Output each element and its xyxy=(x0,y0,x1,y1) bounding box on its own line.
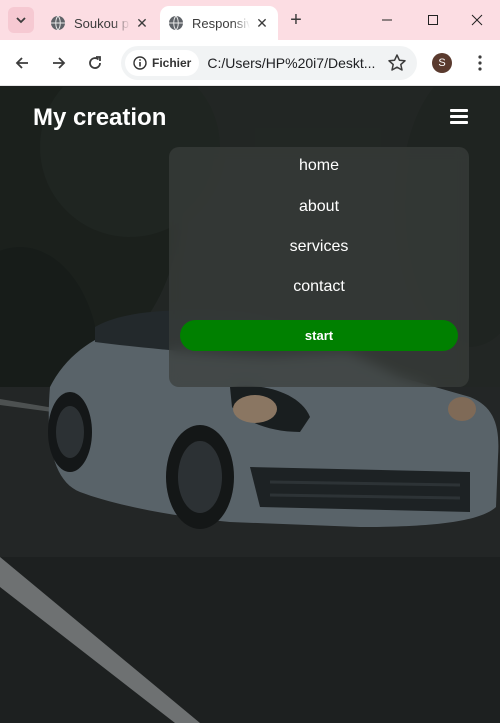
address-bar[interactable]: Fichier C:/Users/HP%20i7/Deskt... xyxy=(121,46,417,80)
more-vertical-icon xyxy=(478,55,482,71)
close-icon[interactable]: ✕ xyxy=(134,15,150,31)
tab-search-button[interactable] xyxy=(8,7,34,33)
tab-responsive[interactable]: Responsiv ✕ xyxy=(160,6,278,40)
minimize-icon xyxy=(382,19,392,21)
menu-link-services[interactable]: services xyxy=(290,238,349,255)
tab-soukou[interactable]: Soukou p ✕ xyxy=(42,6,158,40)
globe-icon xyxy=(51,15,65,31)
arrow-right-icon xyxy=(53,57,66,69)
dropdown-menu: home about services contact start xyxy=(169,147,469,387)
menu-item-about[interactable]: about xyxy=(169,198,469,216)
browser-toolbar: Fichier C:/Users/HP%20i7/Deskt... S xyxy=(0,40,500,86)
reload-icon xyxy=(89,56,101,69)
close-window-button[interactable] xyxy=(454,0,500,40)
browser-menu-button[interactable] xyxy=(468,51,492,75)
menu-item-home[interactable]: home xyxy=(169,157,469,175)
globe-icon xyxy=(169,15,183,31)
profile-avatar[interactable]: S xyxy=(432,53,452,73)
menu-item-services[interactable]: services xyxy=(169,238,469,256)
start-button[interactable]: start xyxy=(180,320,458,351)
tab-title: Responsiv xyxy=(192,15,250,31)
maximize-button[interactable] xyxy=(410,0,456,40)
chevron-down-icon xyxy=(16,17,26,24)
site-logo[interactable]: My creation xyxy=(33,104,166,132)
hamburger-menu-icon[interactable] xyxy=(450,107,470,125)
menu-link-home[interactable]: home xyxy=(299,157,339,174)
menu-link-about[interactable]: about xyxy=(299,198,339,215)
url-text[interactable]: C:/Users/HP%20i7/Deskt... xyxy=(207,55,379,71)
tab-title: Soukou p xyxy=(74,15,129,31)
maximize-icon xyxy=(428,15,438,25)
site-info-chip[interactable]: Fichier xyxy=(125,50,200,76)
new-tab-button[interactable]: + xyxy=(284,8,308,32)
back-button[interactable] xyxy=(8,49,36,77)
tab-strip: Soukou p ✕ Responsiv ✕ + xyxy=(0,0,500,40)
page-viewport: My creation home about services contact … xyxy=(0,87,500,723)
minimize-button[interactable] xyxy=(364,0,410,40)
reload-button[interactable] xyxy=(81,49,109,77)
arrow-left-icon xyxy=(15,57,28,69)
menu-link-contact[interactable]: contact xyxy=(293,278,345,295)
menu-item-contact[interactable]: contact xyxy=(169,278,469,296)
info-icon xyxy=(133,56,147,70)
forward-button[interactable] xyxy=(45,49,73,77)
close-icon xyxy=(471,14,483,26)
close-icon[interactable]: ✕ xyxy=(254,15,270,31)
bookmark-star-icon[interactable] xyxy=(387,53,407,73)
site-info-label: Fichier xyxy=(152,56,192,70)
